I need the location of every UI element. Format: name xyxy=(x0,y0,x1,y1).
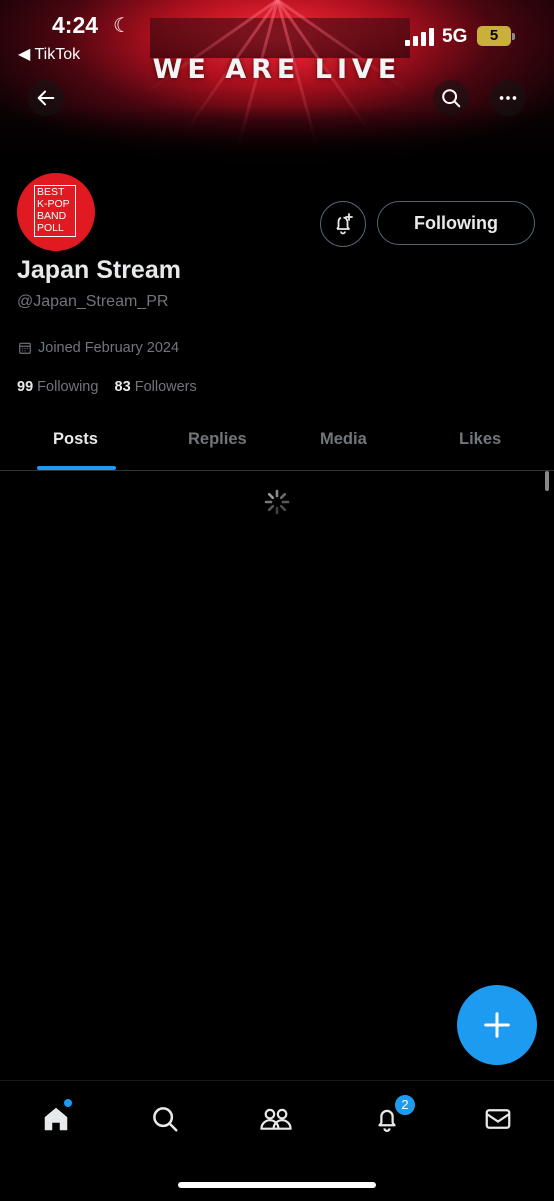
arrow-left-icon xyxy=(37,90,55,106)
notifications-badge: 2 xyxy=(394,1094,416,1116)
more-icon xyxy=(499,96,517,100)
joined-date: Joined February 2024 xyxy=(18,340,179,356)
mail-icon xyxy=(485,1109,511,1129)
compose-button[interactable] xyxy=(457,985,537,1065)
tab-likes[interactable]: Likes xyxy=(459,430,501,449)
followers-label: Followers xyxy=(134,379,197,395)
following-count: 99 xyxy=(17,379,34,395)
home-indicator[interactable] xyxy=(178,1182,376,1188)
avatar-text-line: BAND xyxy=(37,210,67,222)
avatar-logo: BEST K-POP BAND POLL xyxy=(34,185,76,237)
battery-icon: 5 xyxy=(477,26,515,46)
following-button[interactable]: Following xyxy=(377,201,535,245)
user-handle: @Japan_Stream_PR xyxy=(17,293,169,310)
search-button[interactable] xyxy=(433,80,469,116)
nav-notifications[interactable]: 2 xyxy=(367,1094,416,1139)
avatar-text-line: BEST xyxy=(37,186,65,198)
profile-tabs: Posts Replies Media Likes xyxy=(0,420,554,471)
followers-count: 83 xyxy=(114,379,131,395)
back-button[interactable] xyxy=(28,80,64,116)
tab-posts[interactable]: Posts xyxy=(53,430,98,449)
calendar-icon xyxy=(19,342,31,354)
bell-plus-icon xyxy=(336,213,353,235)
people-icon xyxy=(260,1108,292,1130)
following-label: Following xyxy=(37,379,99,395)
plus-icon xyxy=(484,1012,510,1038)
tab-replies[interactable]: Replies xyxy=(188,430,247,449)
search-icon xyxy=(153,1107,178,1132)
following-stat[interactable]: 99 Following xyxy=(17,379,98,395)
avatar-text-line: K-POP xyxy=(37,198,70,210)
tab-media[interactable]: Media xyxy=(320,430,367,449)
more-options-button[interactable] xyxy=(490,80,526,116)
loading-spinner-icon xyxy=(264,489,290,515)
followers-stat[interactable]: 83 Followers xyxy=(115,379,197,395)
status-bar: 4:24 ☾ ◀ TikTok 5G 5 xyxy=(0,0,554,70)
signal-icon xyxy=(405,28,434,46)
scrollbar[interactable] xyxy=(545,471,549,491)
home-unread-dot xyxy=(64,1099,72,1107)
moon-icon: ☾ xyxy=(113,15,131,37)
joined-text: Joined February 2024 xyxy=(38,340,180,356)
nav-home[interactable] xyxy=(36,1099,76,1139)
follow-stats: 99 Following 83 Followers xyxy=(17,379,197,395)
notify-button[interactable] xyxy=(320,201,366,247)
avatar[interactable]: BEST K-POP BAND POLL xyxy=(14,170,98,254)
nav-messages[interactable] xyxy=(478,1099,518,1139)
crowd-silhouette xyxy=(0,106,554,186)
nav-communities[interactable] xyxy=(256,1099,296,1139)
network-label: 5G xyxy=(442,26,468,47)
display-name: Japan Stream xyxy=(17,256,181,284)
home-icon xyxy=(44,1107,68,1131)
active-tab-indicator xyxy=(37,466,116,470)
avatar-text-line: POLL xyxy=(37,222,64,234)
back-to-app-link[interactable]: ◀ TikTok xyxy=(18,44,80,64)
nav-search[interactable] xyxy=(145,1099,185,1139)
status-time: 4:24 xyxy=(52,12,99,38)
search-icon xyxy=(442,89,461,108)
